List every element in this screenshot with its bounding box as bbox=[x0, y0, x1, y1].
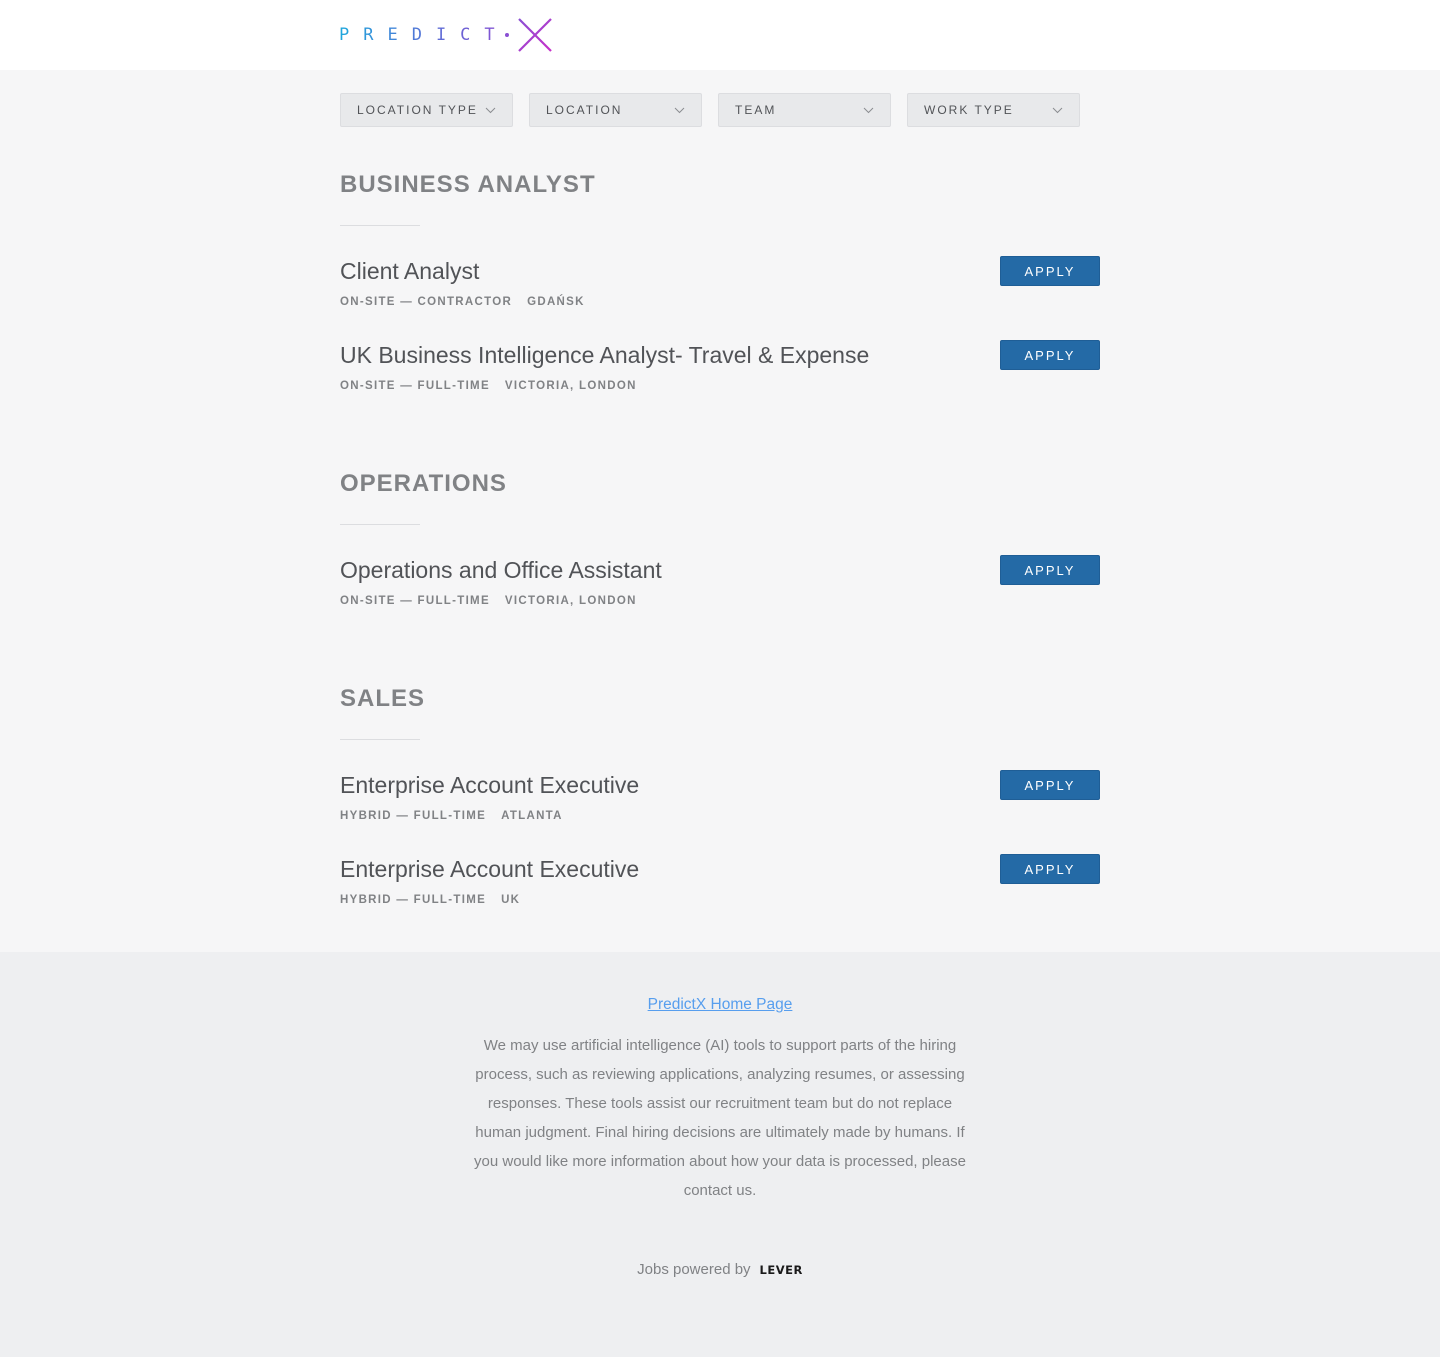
posting-location: ATLANTA bbox=[501, 810, 563, 822]
group-title: OPERATIONS bbox=[340, 470, 507, 497]
group-divider bbox=[340, 524, 420, 525]
posting-commitment: ON-SITE — FULL-TIME bbox=[340, 595, 490, 607]
group-title: SALES bbox=[340, 685, 426, 712]
posting-commitment: HYBRID — FULL-TIME bbox=[340, 894, 487, 906]
chevron-down-icon bbox=[863, 107, 874, 113]
posting-group-operations: OPERATIONS Operations and Office Assista… bbox=[340, 470, 1100, 639]
posting-commitment: ON-SITE — CONTRACTOR bbox=[340, 296, 513, 308]
posting-item: Operations and Office Assistant ON-SITE … bbox=[340, 555, 1100, 639]
posting-location: VICTORIA, LONDON bbox=[504, 380, 637, 392]
powered-by-text: Jobs powered by bbox=[637, 1261, 751, 1278]
posting-commitment: HYBRID — FULL-TIME bbox=[340, 810, 487, 822]
home-page-link[interactable]: PredictX Home Page bbox=[648, 996, 793, 1014]
posting-item: Client Analyst ON-SITE — CONTRACTOR GDAŃ… bbox=[340, 256, 1100, 340]
group-divider bbox=[340, 225, 420, 226]
team-filter[interactable]: TEAM bbox=[718, 93, 891, 127]
apply-button[interactable]: APPLY bbox=[1000, 256, 1100, 286]
logo-dot bbox=[504, 33, 509, 37]
filter-label: WORK TYPE bbox=[924, 103, 1014, 117]
posting-item: Enterprise Account Executive HYBRID — FU… bbox=[340, 854, 1100, 938]
apply-button[interactable]: APPLY bbox=[1000, 770, 1100, 800]
group-title: BUSINESS ANALYST bbox=[340, 171, 596, 198]
apply-button[interactable]: APPLY bbox=[1000, 340, 1100, 370]
logo-x-icon bbox=[517, 18, 552, 52]
chevron-down-icon bbox=[485, 107, 496, 113]
chevron-down-icon bbox=[674, 107, 685, 113]
lever-logo[interactable]: LEVER bbox=[760, 1263, 803, 1277]
posting-item: UK Business Intelligence Analyst- Travel… bbox=[340, 340, 1100, 424]
site-footer: PredictX Home Page We may use artificial… bbox=[0, 952, 1440, 1357]
posting-location: VICTORIA, LONDON bbox=[504, 595, 637, 607]
filter-bar: LOCATION TYPE LOCATION TEAM WORK TYPE bbox=[340, 70, 1100, 127]
site-header: PREDICT bbox=[0, 0, 1440, 70]
posting-title-link[interactable]: Client Analyst bbox=[340, 256, 1100, 286]
posting-meta: ON-SITE — FULL-TIME VICTORIA, LONDON bbox=[340, 595, 1100, 607]
posting-location: UK bbox=[501, 894, 521, 906]
posting-title-link[interactable]: Operations and Office Assistant bbox=[340, 555, 1100, 585]
posting-title-link[interactable]: Enterprise Account Executive bbox=[340, 854, 1100, 884]
posting-meta: ON-SITE — CONTRACTOR GDAŃSK bbox=[340, 296, 1100, 308]
posting-meta: ON-SITE — FULL-TIME VICTORIA, LONDON bbox=[340, 380, 1100, 392]
powered-by: Jobs powered by LEVER bbox=[0, 1261, 1440, 1278]
postings-main: LOCATION TYPE LOCATION TEAM WORK TYPE BU… bbox=[340, 70, 1100, 938]
posting-group-business-analyst: BUSINESS ANALYST Client Analyst ON-SITE … bbox=[340, 171, 1100, 424]
ai-disclaimer: We may use artificial intelligence (AI) … bbox=[474, 1037, 966, 1199]
filter-label: TEAM bbox=[735, 103, 777, 117]
location-type-filter[interactable]: LOCATION TYPE bbox=[340, 93, 513, 127]
logo-wordmark: PREDICT bbox=[339, 25, 509, 45]
apply-button[interactable]: APPLY bbox=[1000, 555, 1100, 585]
posting-commitment: ON-SITE — FULL-TIME bbox=[340, 380, 490, 392]
posting-location: GDAŃSK bbox=[527, 296, 585, 308]
posting-title-link[interactable]: Enterprise Account Executive bbox=[340, 770, 1100, 800]
apply-button[interactable]: APPLY bbox=[1000, 854, 1100, 884]
predictx-logo[interactable]: PREDICT bbox=[339, 16, 553, 54]
posting-meta: HYBRID — FULL-TIME ATLANTA bbox=[340, 810, 1100, 822]
chevron-down-icon bbox=[1052, 107, 1063, 113]
posting-title-link[interactable]: UK Business Intelligence Analyst- Travel… bbox=[340, 340, 1100, 370]
filter-label: LOCATION bbox=[546, 103, 623, 117]
group-divider bbox=[340, 739, 420, 740]
posting-group-sales: SALES Enterprise Account Executive HYBRI… bbox=[340, 685, 1100, 938]
posting-item: Enterprise Account Executive HYBRID — FU… bbox=[340, 770, 1100, 854]
posting-meta: HYBRID — FULL-TIME UK bbox=[340, 894, 1100, 906]
work-type-filter[interactable]: WORK TYPE bbox=[907, 93, 1080, 127]
location-filter[interactable]: LOCATION bbox=[529, 93, 702, 127]
filter-label: LOCATION TYPE bbox=[357, 103, 478, 117]
